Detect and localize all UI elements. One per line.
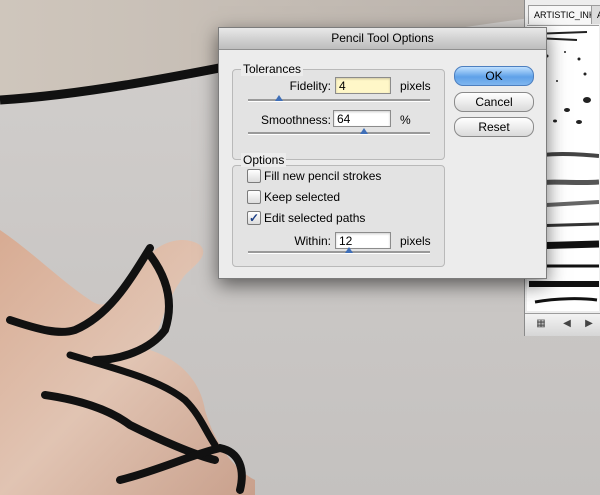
fill-new-strokes-checkbox[interactable] <box>247 169 261 183</box>
tab-artistic-ink[interactable]: ARTISTIC_INK <box>528 5 596 24</box>
edit-selected-paths-label[interactable]: Edit selected paths <box>264 211 365 225</box>
brush-panel-footer: ▦ ◀ ▶ <box>525 313 600 336</box>
cancel-button[interactable]: Cancel <box>454 92 534 112</box>
fidelity-unit: pixels <box>400 79 431 93</box>
reset-button[interactable]: Reset <box>454 117 534 137</box>
within-slider-thumb[interactable] <box>345 247 353 253</box>
dialog-title[interactable]: Pencil Tool Options <box>219 28 546 50</box>
fidelity-input[interactable] <box>335 77 391 94</box>
options-group-label: Options <box>241 153 287 167</box>
pencil-tool-options-dialog: Pencil Tool Options Tolerances Fidelity:… <box>218 27 547 279</box>
keep-selected-checkbox[interactable] <box>247 190 261 204</box>
smoothness-slider-track[interactable] <box>248 132 430 135</box>
fill-new-strokes-label[interactable]: Fill new pencil strokes <box>264 169 381 183</box>
keep-selected-label[interactable]: Keep selected <box>264 190 340 204</box>
brush-panel-tabs: ARTISTIC_INK A <box>525 5 600 25</box>
fidelity-label: Fidelity: <box>289 79 331 93</box>
ok-button[interactable]: OK <box>454 66 534 86</box>
next-arrow-icon[interactable]: ▶ <box>581 317 597 331</box>
smoothness-slider-thumb[interactable] <box>360 128 368 134</box>
within-unit: pixels <box>400 234 431 248</box>
tolerances-group-label: Tolerances <box>241 62 304 76</box>
within-input[interactable] <box>335 232 391 249</box>
smoothness-label: Smoothness: <box>260 113 331 127</box>
edit-selected-paths-checkbox[interactable]: ✓ <box>247 211 261 225</box>
smoothness-input[interactable] <box>333 110 391 127</box>
previous-arrow-icon[interactable]: ◀ <box>559 317 575 331</box>
within-slider-track[interactable] <box>248 251 430 254</box>
tab-second-library[interactable]: A <box>591 5 600 24</box>
brush-library-icon[interactable]: ▦ <box>533 317 549 331</box>
smoothness-unit: % <box>400 113 411 127</box>
within-label: Within: <box>294 234 331 248</box>
fidelity-slider-thumb[interactable] <box>275 95 283 101</box>
